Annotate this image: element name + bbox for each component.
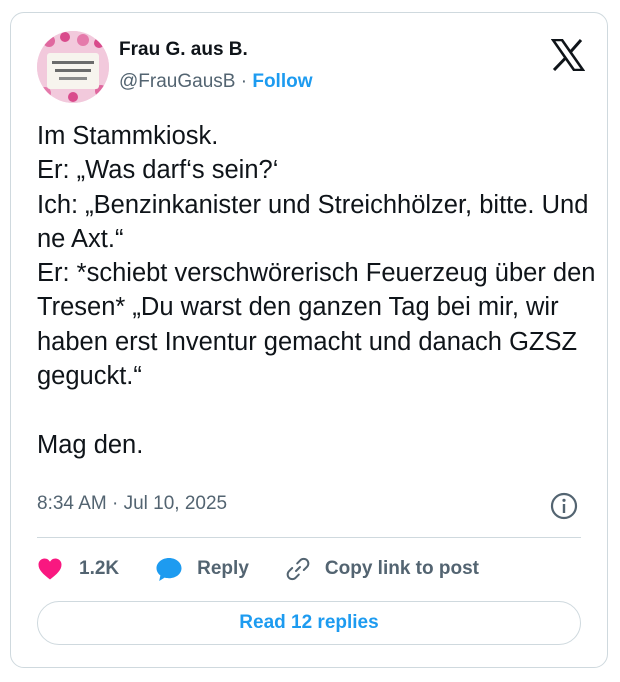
avatar[interactable] bbox=[37, 31, 109, 103]
copy-link-button[interactable]: Copy link to post bbox=[285, 556, 479, 582]
copy-link-label: Copy link to post bbox=[324, 558, 479, 579]
like-count: 1.2K bbox=[79, 558, 120, 579]
read-replies-button[interactable]: Read 12 replies bbox=[37, 601, 581, 645]
separator-dot: · bbox=[240, 71, 248, 92]
divider bbox=[37, 537, 581, 538]
heart-icon bbox=[38, 558, 62, 580]
author-display-name[interactable]: Frau G. aus B. bbox=[119, 39, 248, 61]
tweet-card: Frau G. aus B. @FrauGausB · Follow Im St… bbox=[10, 12, 608, 668]
author-handle-row: @FrauGausB · Follow bbox=[119, 71, 313, 93]
action-bar: 1.2K Reply Copy link to post bbox=[37, 551, 479, 587]
read-replies-label: Read 12 replies bbox=[239, 612, 379, 633]
speech-bubble-icon bbox=[156, 558, 182, 581]
tweet-timestamp[interactable]: 8:34 AM · Jul 10, 2025 bbox=[37, 493, 227, 515]
x-logo-icon[interactable] bbox=[550, 38, 586, 72]
link-icon bbox=[286, 557, 310, 581]
reply-label: Reply bbox=[197, 558, 249, 579]
reply-button[interactable]: Reply bbox=[155, 556, 249, 582]
like-button[interactable]: 1.2K bbox=[37, 557, 119, 581]
tweet-text: Im Stammkiosk. Er: „Was darf‘s sein?‘ Ic… bbox=[37, 122, 596, 459]
author-handle[interactable]: @FrauGausB bbox=[119, 71, 235, 92]
mug-photo-avatar bbox=[37, 31, 109, 103]
info-icon[interactable] bbox=[549, 491, 579, 521]
follow-button[interactable]: Follow bbox=[252, 71, 312, 92]
